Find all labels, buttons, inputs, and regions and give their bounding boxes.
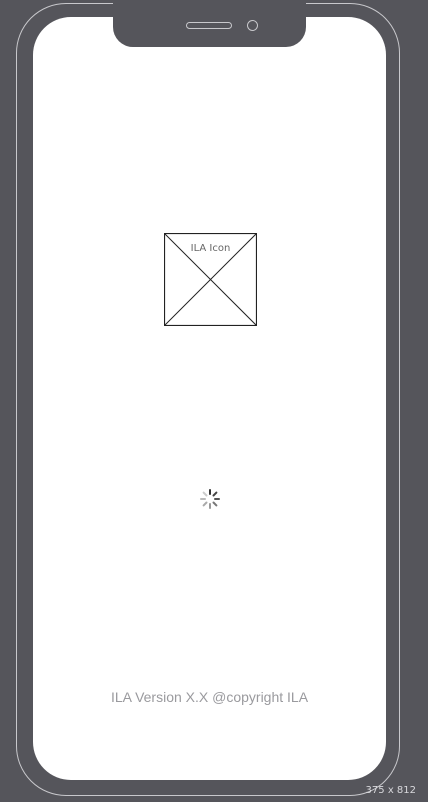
speaker-icon xyxy=(186,22,232,29)
loading-spinner-icon xyxy=(199,488,221,510)
camera-icon xyxy=(247,20,258,31)
app-icon-placeholder: ILA Icon xyxy=(164,233,257,326)
app-icon-label: ILA Icon xyxy=(190,243,231,254)
version-copyright-text: ILA Version X.X @copyright ILA xyxy=(110,689,309,705)
device-size-label: 375 x 812 xyxy=(365,785,416,796)
app-screen xyxy=(33,17,386,780)
